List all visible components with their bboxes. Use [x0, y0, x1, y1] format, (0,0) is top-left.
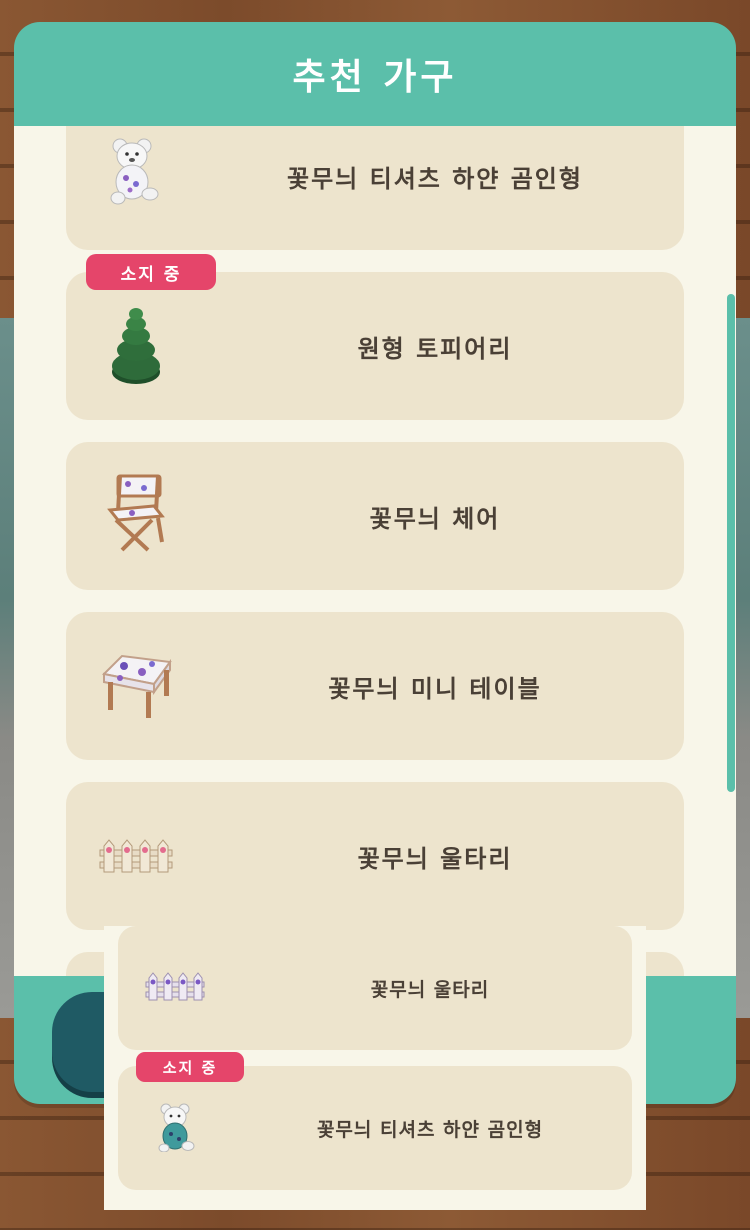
furniture-name: 꽃무늬 체어: [369, 504, 501, 533]
furniture-list[interactable]: 꽃무늬 티셔츠 하얀 곰인형 원형 토피어리 소지 중 꽃무늬 체어 꽃무늬 미…: [14, 126, 736, 976]
related-items-popup: 꽃무늬 울타리 꽃무늬 티셔츠 하얀 곰인형 소지 중: [104, 926, 646, 1210]
furniture-name: 꽃무늬 울타리: [357, 844, 513, 873]
owned-badge: 소지 중: [136, 1052, 244, 1082]
topiary-icon: [108, 306, 164, 390]
white-bear-plush-icon: [106, 136, 162, 210]
popup-furniture-card[interactable]: 꽃무늬 울타리: [118, 926, 632, 1050]
list-scrollbar[interactable]: [727, 294, 735, 792]
fence-icon: [98, 838, 174, 880]
popup-furniture-card[interactable]: 꽃무늬 티셔츠 하얀 곰인형: [118, 1066, 632, 1190]
purple-fence-icon: [144, 972, 206, 1006]
owned-badge: 소지 중: [86, 254, 216, 290]
modal-header: 추천 가구: [14, 22, 736, 126]
mini-table-icon: [100, 652, 172, 724]
furniture-card[interactable]: 꽃무늬 미니 테이블: [66, 612, 684, 760]
bear-plush-blue-shirt-icon: [156, 1102, 196, 1156]
furniture-card[interactable]: 원형 토피어리: [66, 272, 684, 420]
popup-furniture-name: 꽃무늬 티셔츠 하얀 곰인형: [316, 1118, 544, 1141]
furniture-name: 원형 토피어리: [357, 334, 513, 363]
modal-title: 추천 가구: [292, 57, 458, 98]
furniture-card[interactable]: 꽃무늬 티셔츠 하얀 곰인형: [66, 126, 684, 250]
furniture-card[interactable]: 꽃무늬 체어: [66, 442, 684, 590]
furniture-card[interactable]: 꽃무늬 울타리: [66, 782, 684, 930]
furniture-name: 꽃무늬 티셔츠 하얀 곰인형: [287, 164, 583, 193]
popup-furniture-name: 꽃무늬 울타리: [370, 978, 490, 1001]
director-chair-icon: [104, 472, 168, 560]
furniture-name: 꽃무늬 미니 테이블: [328, 674, 542, 703]
